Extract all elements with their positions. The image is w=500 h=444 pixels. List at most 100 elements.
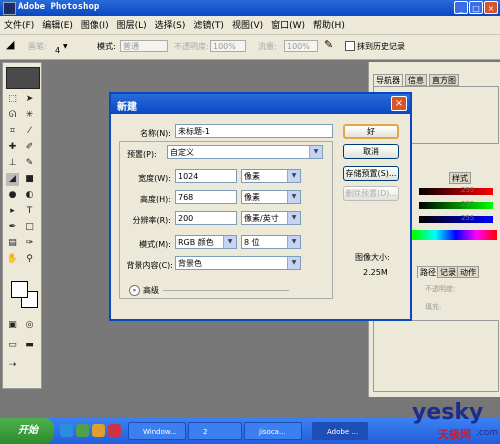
red-slider[interactable] [419, 188, 493, 195]
delete-preset-button[interactable]: 删除预置(D)... [343, 186, 399, 201]
width-unit-select[interactable]: 像素 ▼ [241, 169, 301, 183]
app-quicklaunch-icon[interactable] [108, 424, 121, 437]
save-preset-button[interactable]: 存储预置(S)... [343, 166, 399, 181]
tab-paths[interactable]: 路径 [417, 266, 439, 278]
menu-item[interactable]: 图像(I) [77, 16, 113, 31]
chevron-down-icon[interactable]: ▼ [223, 236, 236, 248]
eraser-tool-icon[interactable]: ◢ [6, 173, 19, 186]
tab-navigator[interactable]: 导航器 [373, 74, 403, 86]
window-titlebar: Adobe Photoshop _ □ × [0, 0, 500, 16]
tab-history[interactable]: 记录 [437, 266, 459, 278]
chevron-down-icon[interactable]: ▼ [287, 191, 300, 203]
path-select-icon[interactable]: ▸ [6, 205, 19, 218]
desktop-icon[interactable] [76, 424, 89, 437]
brush-label: 画笔: [28, 42, 47, 51]
brush-size[interactable]: 4 [55, 46, 60, 55]
quickmask-off-icon[interactable]: ▣ [6, 319, 19, 332]
menu-item[interactable]: 图层(L) [113, 16, 151, 31]
width-unit-value: 像素 [244, 172, 260, 181]
height-unit-select[interactable]: 像素 ▼ [241, 190, 301, 204]
crop-tool-icon[interactable]: ⌗ [6, 125, 19, 138]
flow-field[interactable]: 100% [284, 40, 318, 52]
screen-mode-2-icon[interactable]: ▬ [23, 339, 36, 352]
resolution-unit-select[interactable]: 像素/英寸 ▼ [241, 211, 301, 225]
bit-depth-value: 8 位 [244, 238, 260, 247]
foreground-color-swatch[interactable] [11, 281, 28, 298]
eyedropper-icon[interactable]: ✑ [23, 237, 36, 250]
screen-mode-1-icon[interactable]: ▭ [6, 339, 19, 352]
minimize-button[interactable]: _ [454, 1, 468, 14]
menu-item[interactable]: 视图(V) [228, 16, 267, 31]
dodge-tool-icon[interactable]: ◐ [23, 189, 36, 202]
marquee-tool-icon[interactable]: ⬚ [6, 93, 19, 106]
chevron-down-icon[interactable]: ▼ [287, 170, 300, 182]
green-value[interactable]: 255 [461, 200, 474, 208]
menu-item[interactable]: 文件(F) [0, 16, 38, 31]
chevron-down-icon[interactable]: ▼ [287, 257, 300, 269]
chevron-down-icon[interactable]: ▼ [287, 212, 300, 224]
brush-tool-icon[interactable]: ✐ [23, 141, 36, 154]
tab-histogram[interactable]: 直方图 [429, 74, 459, 86]
menu-item[interactable]: 窗口(W) [267, 16, 309, 31]
media-icon[interactable] [92, 424, 105, 437]
red-value[interactable]: 255 [461, 186, 474, 194]
pen-tool-icon[interactable]: ✒ [6, 221, 19, 234]
menu-item[interactable]: 编辑(E) [38, 16, 77, 31]
notes-tool-icon[interactable]: ▤ [6, 237, 19, 250]
tab-styles[interactable]: 样式 [449, 172, 471, 184]
background-select[interactable]: 背景色 ▼ [175, 256, 301, 270]
erase-to-history-checkbox[interactable] [345, 41, 355, 51]
menu-item[interactable]: 滤镜(T) [189, 16, 228, 31]
ie-icon[interactable] [60, 424, 73, 437]
quickmask-on-icon[interactable]: ◎ [23, 319, 36, 332]
bit-depth-select[interactable]: 8 位 ▼ [241, 235, 301, 249]
cancel-button[interactable]: 取消 [343, 144, 399, 159]
magic-wand-icon[interactable]: ✳ [23, 109, 36, 122]
start-button[interactable]: 开始 [0, 418, 54, 444]
advanced-toggle-icon[interactable]: » [129, 285, 140, 296]
blur-tool-icon[interactable]: ● [6, 189, 19, 202]
width-field[interactable]: 1024 [175, 169, 237, 183]
hand-tool-icon[interactable]: ✋ [6, 253, 19, 266]
green-slider[interactable] [419, 202, 493, 209]
slice-tool-icon[interactable]: ⁄ [23, 125, 36, 138]
tab-info[interactable]: 信息 [405, 74, 427, 86]
gradient-tool-icon[interactable]: ■ [23, 173, 36, 186]
jump-to-imageready-icon[interactable]: ⇢ [6, 359, 19, 372]
name-field[interactable]: 未标题-1 [175, 124, 333, 138]
maximize-button[interactable]: □ [469, 1, 483, 14]
healing-brush-icon[interactable]: ✚ [6, 141, 19, 154]
preset-select[interactable]: 自定义 ▼ [167, 145, 323, 159]
opacity-field[interactable]: 100% [210, 40, 246, 52]
menu-item[interactable]: 选择(S) [151, 16, 190, 31]
stamp-tool-icon[interactable]: ⊥ [6, 157, 19, 170]
ok-button[interactable]: 好 [343, 124, 399, 139]
blue-slider[interactable] [419, 216, 493, 223]
taskbar-item-adobe[interactable]: Adobe ... [312, 422, 368, 440]
resolution-field[interactable]: 200 [175, 211, 237, 225]
mode-select[interactable]: 普通 [120, 40, 168, 52]
blue-value[interactable]: 255 [461, 214, 474, 222]
dialog-close-button[interactable]: × [391, 96, 407, 111]
chevron-down-icon[interactable]: ▼ [63, 43, 68, 50]
type-tool-icon[interactable]: T [23, 205, 36, 218]
shape-tool-icon[interactable]: □ [23, 221, 36, 234]
taskbar-item-folder[interactable]: 2 [188, 422, 242, 440]
menu-item[interactable]: 帮助(H) [309, 16, 349, 31]
tab-actions[interactable]: 动作 [457, 266, 479, 278]
zoom-tool-icon[interactable]: ⚲ [23, 253, 36, 266]
taskbar-item-jisoca[interactable]: jisoca... [244, 422, 302, 440]
history-brush-icon[interactable]: ✎ [23, 157, 36, 170]
mode-label: 模式(M): [139, 240, 171, 249]
taskbar-item-windows[interactable]: Window... [128, 422, 186, 440]
advanced-label: 高级 [143, 286, 159, 295]
color-mode-select[interactable]: RGB 颜色 ▼ [175, 235, 237, 249]
lasso-tool-icon[interactable]: ᘏ [6, 109, 19, 122]
airbrush-icon[interactable]: ✎ [324, 38, 333, 51]
chevron-down-icon[interactable]: ▼ [287, 236, 300, 248]
move-tool-icon[interactable]: ➤ [23, 93, 36, 106]
height-field[interactable]: 768 [175, 190, 237, 204]
chevron-down-icon[interactable]: ▼ [309, 146, 322, 158]
eraser-tool-icon[interactable]: ◢ [6, 38, 14, 51]
close-button[interactable]: × [484, 1, 498, 14]
